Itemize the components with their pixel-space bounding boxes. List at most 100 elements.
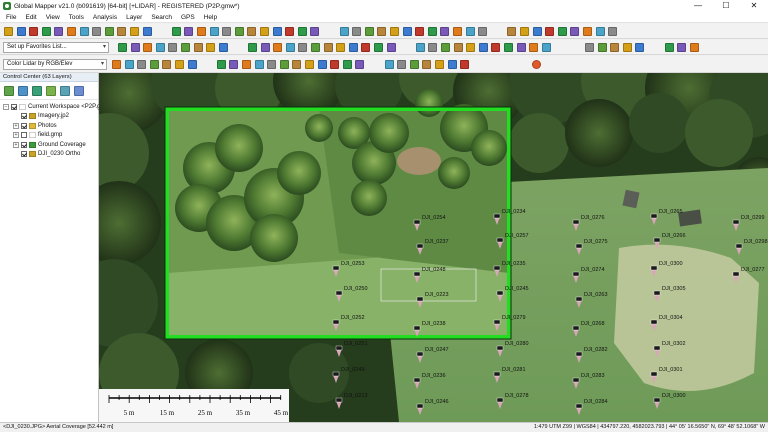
toolbar-button-icon[interactable] bbox=[193, 43, 203, 52]
toolbar-button-icon[interactable] bbox=[285, 43, 295, 52]
toolbar-button-icon[interactable] bbox=[130, 43, 140, 52]
toolbar-button-icon[interactable] bbox=[478, 43, 488, 52]
toolbar-button-icon[interactable] bbox=[377, 27, 387, 36]
toolbar-button-icon[interactable] bbox=[292, 60, 302, 69]
toolbar-button-icon[interactable] bbox=[352, 27, 362, 36]
toolbar-button-icon[interactable] bbox=[149, 60, 159, 69]
toolbar-button-icon[interactable] bbox=[336, 43, 346, 52]
toolbar-button-icon[interactable] bbox=[16, 27, 26, 36]
menu-analysis[interactable]: Analysis bbox=[93, 14, 117, 21]
toolbar-button-icon[interactable] bbox=[507, 27, 517, 36]
toolbar-button-icon[interactable] bbox=[4, 27, 13, 36]
toolbar-button-icon[interactable] bbox=[247, 27, 257, 36]
toolbar-button-icon[interactable] bbox=[504, 43, 513, 52]
toolbar-button-icon[interactable] bbox=[67, 27, 76, 36]
toolbar-button-icon[interactable] bbox=[583, 27, 592, 36]
layer-row[interactable]: + field.gmp bbox=[13, 131, 62, 140]
toolbar-button-icon[interactable] bbox=[234, 27, 244, 36]
toolbar-button-icon[interactable] bbox=[317, 60, 327, 69]
toolbar-button-icon[interactable] bbox=[520, 27, 529, 36]
favorites-dropdown[interactable]: Set up Favorites List... bbox=[3, 42, 109, 53]
menu-gps[interactable]: GPS bbox=[181, 14, 195, 21]
map-canvas[interactable]: DJI_0253 DJI_0250 DJI_0252 DJI_0251 DJI_0249… bbox=[99, 73, 768, 422]
toolbar-button-icon[interactable] bbox=[112, 60, 121, 69]
close-button[interactable]: ✕ bbox=[740, 0, 768, 12]
toolbar-button-icon[interactable] bbox=[428, 43, 438, 52]
toolbar-button-icon[interactable] bbox=[155, 43, 165, 52]
layer-row[interactable]: + Photos bbox=[13, 121, 57, 130]
toolbar-button-icon[interactable] bbox=[402, 27, 412, 36]
toolbar-button-icon[interactable] bbox=[175, 60, 184, 69]
toolbar-button-icon[interactable] bbox=[323, 43, 333, 52]
control-center-tool-icon[interactable] bbox=[74, 86, 84, 96]
toolbar-button-icon[interactable] bbox=[664, 43, 674, 52]
toolbar-button-icon[interactable] bbox=[427, 27, 437, 36]
toolbar-button-icon[interactable] bbox=[441, 43, 450, 52]
toolbar-button-icon[interactable] bbox=[516, 43, 526, 52]
control-center-tool-icon[interactable] bbox=[46, 86, 56, 96]
toolbar-button-icon[interactable] bbox=[54, 27, 64, 36]
toolbar-button-icon[interactable] bbox=[415, 43, 425, 52]
control-center-tool-icon[interactable] bbox=[32, 86, 42, 96]
toolbar-button-icon[interactable] bbox=[248, 43, 257, 52]
toolbar-button-icon[interactable] bbox=[117, 27, 127, 36]
toolbar-button-icon[interactable] bbox=[364, 27, 374, 36]
toolbar-button-icon[interactable] bbox=[79, 27, 89, 36]
minimize-button[interactable]: — bbox=[684, 0, 712, 12]
toolbar-button-icon[interactable] bbox=[209, 27, 219, 36]
toolbar-button-icon[interactable] bbox=[622, 43, 632, 52]
toolbar-button-icon[interactable] bbox=[390, 27, 399, 36]
menu-view[interactable]: View bbox=[46, 14, 60, 21]
lidar-color-dropdown[interactable]: Color Lidar by RGB/Elev bbox=[3, 59, 107, 70]
toolbar-button-icon[interactable] bbox=[229, 60, 239, 69]
toolbar-button-icon[interactable] bbox=[422, 60, 432, 69]
toolbar-button-icon[interactable] bbox=[597, 43, 607, 52]
toolbar-button-icon[interactable] bbox=[267, 60, 277, 69]
toolbar-button-icon[interactable] bbox=[595, 27, 605, 36]
toolbar-button-icon[interactable] bbox=[310, 27, 320, 36]
toolbar-button-icon[interactable] bbox=[585, 43, 594, 52]
toolbar-button-icon[interactable] bbox=[409, 60, 419, 69]
toolbar-button-icon[interactable] bbox=[242, 60, 251, 69]
layer-checkbox[interactable] bbox=[21, 113, 27, 119]
layer-checkbox[interactable] bbox=[21, 122, 27, 129]
toolbar-button-icon[interactable] bbox=[557, 27, 567, 36]
toolbar-button-icon[interactable] bbox=[143, 43, 153, 52]
toolbar-button-icon[interactable] bbox=[610, 43, 620, 52]
toolbar-button-icon[interactable] bbox=[197, 27, 206, 36]
toolbar-button-icon[interactable] bbox=[342, 60, 352, 69]
toolbar-button-icon[interactable] bbox=[29, 27, 39, 36]
toolbar-button-icon[interactable] bbox=[311, 43, 320, 52]
toolbar-button-icon[interactable] bbox=[187, 60, 197, 69]
toolbar-button-icon[interactable] bbox=[162, 60, 172, 69]
toolbar-button-icon[interactable] bbox=[273, 43, 283, 52]
layer-row[interactable]: − Current Workspace <P2P.g bbox=[3, 102, 100, 111]
toolbar-button-icon[interactable] bbox=[92, 27, 102, 36]
toolbar-button-icon[interactable] bbox=[435, 60, 444, 69]
toolbar-button-icon[interactable] bbox=[137, 60, 147, 69]
toolbar-button-icon[interactable] bbox=[339, 27, 349, 36]
toolbar-button-icon[interactable] bbox=[41, 27, 51, 36]
toolbar-button-icon[interactable] bbox=[374, 43, 383, 52]
toolbar-button-icon[interactable] bbox=[279, 60, 289, 69]
toolbar-button-icon[interactable] bbox=[447, 60, 457, 69]
layer-row[interactable]: DJI_0230 Ortho bbox=[13, 150, 80, 159]
layer-row[interactable]: Imagery.jp2 bbox=[13, 112, 69, 121]
toolbar-button-icon[interactable] bbox=[570, 27, 580, 36]
toolbar-button-icon[interactable] bbox=[478, 27, 488, 36]
toolbar-button-icon[interactable] bbox=[305, 60, 314, 69]
menu-layer[interactable]: Layer bbox=[126, 14, 142, 21]
toolbar-button-icon[interactable] bbox=[222, 27, 232, 36]
toolbar-button-icon[interactable] bbox=[415, 27, 425, 36]
toolbar-button-icon[interactable] bbox=[142, 27, 152, 36]
layer-checkbox[interactable] bbox=[21, 141, 27, 148]
layer-checkbox[interactable] bbox=[21, 151, 27, 157]
toolbar-button-icon[interactable] bbox=[260, 27, 269, 36]
toolbar-button-icon[interactable] bbox=[254, 60, 264, 69]
toolbar-button-icon[interactable] bbox=[460, 60, 470, 69]
toolbar-button-icon[interactable] bbox=[541, 43, 551, 52]
toolbar-button-icon[interactable] bbox=[545, 27, 555, 36]
control-center-tool-icon[interactable] bbox=[60, 86, 70, 96]
toolbar-button-icon[interactable] bbox=[130, 27, 139, 36]
toolbar-button-icon[interactable] bbox=[689, 43, 699, 52]
